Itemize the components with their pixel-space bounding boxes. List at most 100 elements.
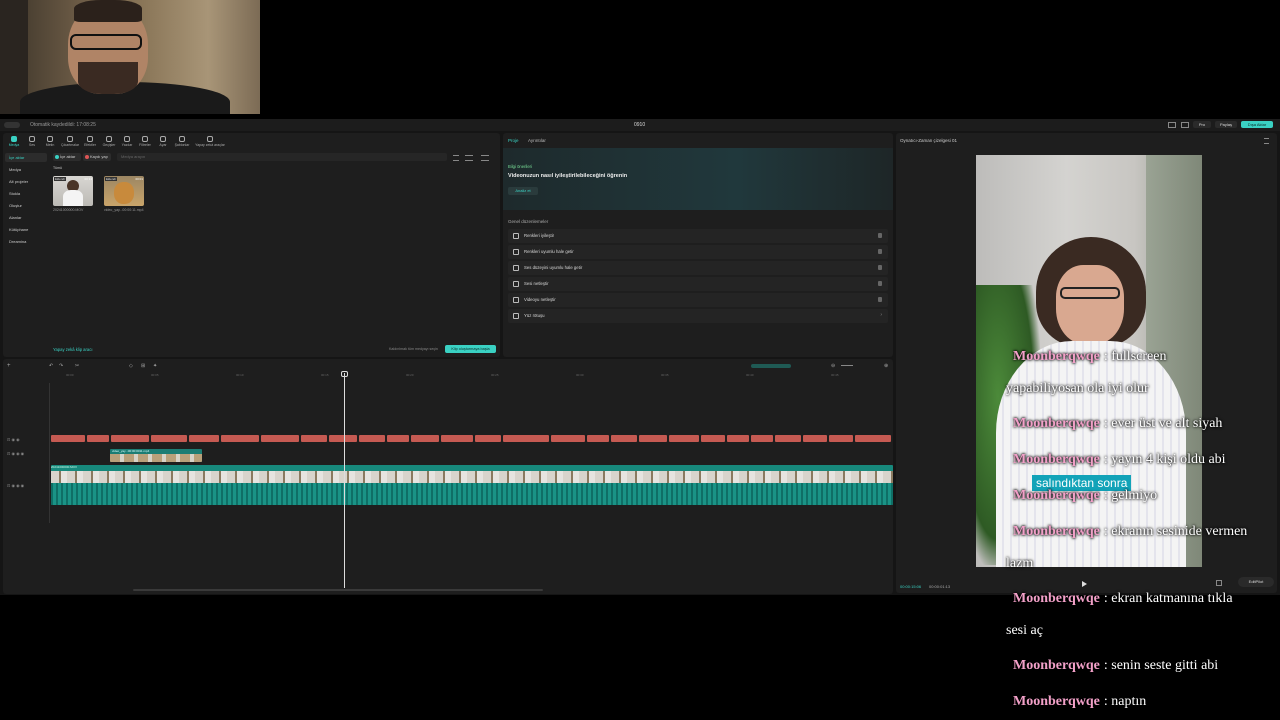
text-icon [47,136,53,142]
time-ruler: 00:00 00:05 00:10 00:15 00:20 00:25 00:3… [51,373,893,379]
record-button[interactable]: Kaydı yap [83,153,111,161]
caption-clip[interactable] [301,435,327,442]
option-enhance-voice[interactable]: Sesi netleştir [508,277,888,291]
tool-adjust[interactable]: Ayar [154,135,172,149]
share-button[interactable]: Paylaş [1215,121,1237,128]
menu-button[interactable] [4,122,20,128]
undo-icon[interactable]: ↶ [49,363,53,369]
tool-filters[interactable]: Filtreler [136,135,154,149]
shortcut-icon[interactable] [1181,122,1189,128]
split-icon[interactable]: ✂ [75,363,79,369]
plus-icon [55,155,59,159]
add-track-icon[interactable]: + [7,363,11,369]
tab-project[interactable]: Proje [508,138,519,143]
caption-clip[interactable] [751,435,773,442]
ai-clip-link[interactable]: Yapay zekâ klip aracı [53,347,93,352]
media-clip-1[interactable]: Eklendi 00:14 [53,176,93,206]
playhead[interactable] [344,373,345,588]
main-track-controls[interactable]: ⊡ ◉ ◉ ◉ [7,483,24,488]
overlay-clip[interactable]: video_yay...00:00:0011.mp4 [110,449,202,462]
caption-clip[interactable] [775,435,801,442]
caption-clip[interactable] [587,435,609,442]
caption-clip[interactable] [701,435,725,442]
caption-clip[interactable] [189,435,219,442]
sidebar-library[interactable]: Kütüphane [5,225,47,234]
sidebar-spaces[interactable]: Alanlar [5,213,47,222]
caption-track-controls[interactable]: ⊡ ◉ ◉ [7,437,20,442]
overlay-track-controls[interactable]: ⊡ ◉ ◉ ◉ [7,451,24,456]
crop-icon[interactable]: ⊞ [141,363,145,369]
tool-transitions[interactable]: Geçişler [100,135,118,149]
caption-clip[interactable] [387,435,409,442]
play-icon[interactable] [1082,581,1087,587]
caption-clip[interactable] [359,435,385,442]
snap-toggles[interactable] [751,364,791,368]
filter-icon[interactable] [465,155,473,161]
tool-audio[interactable]: Ses [23,135,41,149]
player-menu-icon[interactable] [1264,138,1269,144]
sort-icon[interactable] [453,155,459,161]
layout-icon[interactable] [1168,122,1176,128]
option-enhance-colors[interactable]: Renkleri iyileştir [508,229,888,243]
chat-message: Moonberqwqe: gelmiyo [1013,488,1157,504]
caption-clip[interactable] [803,435,827,442]
caption-clip[interactable] [611,435,637,442]
pro-button[interactable]: Pro [1193,121,1211,128]
horizontal-scrollbar[interactable] [133,589,543,591]
caption-clip[interactable] [639,435,667,442]
sidebar-import[interactable]: İçe aktar [5,153,47,162]
export-button[interactable]: Dışa Aktar [1241,121,1273,128]
caption-clip[interactable] [441,435,473,442]
caption-clip[interactable] [51,435,85,442]
caption-clip[interactable] [727,435,749,442]
zoom-out-icon[interactable]: ⊖ [831,363,835,369]
tab-details[interactable]: Ayrıntılar [528,138,546,143]
caption-clip[interactable] [87,435,109,442]
caption-clip[interactable] [855,435,891,442]
option-face-retouch[interactable]: Yüz rötuşu › [508,309,888,323]
caption-clip[interactable] [829,435,853,442]
shield-icon[interactable]: ◇ [129,363,133,369]
playhead-handle[interactable] [341,371,348,377]
import-button[interactable]: İçe aktar [53,153,81,161]
editpilot-button[interactable]: EditPilot [1238,577,1274,587]
sidebar-create[interactable]: Oluştur [5,201,47,210]
view-icon[interactable] [481,155,489,161]
caption-clip[interactable] [669,435,699,442]
analyze-button[interactable]: Analiz et [508,187,538,195]
caption-clip[interactable] [111,435,149,442]
zoom-slider[interactable] [841,365,853,366]
audio-icon [29,136,35,142]
tool-media[interactable]: Medya [5,135,23,149]
redo-icon[interactable]: ↷ [59,363,63,369]
tool-effects[interactable]: Efektler [81,135,99,149]
tool-text[interactable]: Metin [41,135,59,149]
caption-clip[interactable] [221,435,259,442]
fullscreen-icon[interactable] [1216,580,1222,586]
main-video-track[interactable]: 20241000000.MOV [51,465,893,505]
magic-icon[interactable]: ✦ [153,363,157,369]
tool-stickers[interactable]: Çıkartmalar [61,135,79,149]
media-search-input[interactable]: Medya arayın [117,153,447,161]
start-clip-button[interactable]: Klip oluşturmaya başla [445,345,496,353]
tool-templates[interactable]: Şablonlar [173,135,191,149]
media-clip-2[interactable]: Eklendi 00:01 [104,176,144,206]
chat-username: Moonberqwqe [1013,658,1100,673]
zoom-in-icon[interactable]: ⊕ [884,363,888,369]
tool-captions[interactable]: Yazılar [118,135,136,149]
tool-ai[interactable]: Yapay zekâ araçlar [193,135,227,149]
option-match-colors[interactable]: Renkleri uyumlu hale getir [508,245,888,259]
sidebar-media[interactable]: Medya [5,165,47,174]
sidebar-subprojects[interactable]: Alt projeler [5,177,47,186]
caption-clip[interactable] [329,435,357,442]
caption-clip[interactable] [411,435,439,442]
caption-clip[interactable] [551,435,585,442]
caption-clip[interactable] [261,435,299,442]
option-sharpen-video[interactable]: Videoyu netleştir [508,293,888,307]
caption-clip[interactable] [151,435,187,442]
sidebar-dreamina[interactable]: Dreamina [5,237,47,246]
option-normalize-audio[interactable]: Ses düzeyini uyumlu hale getir [508,261,888,275]
caption-clip[interactable] [503,435,549,442]
caption-clip[interactable] [475,435,501,442]
sidebar-stock[interactable]: Stokla [5,189,47,198]
